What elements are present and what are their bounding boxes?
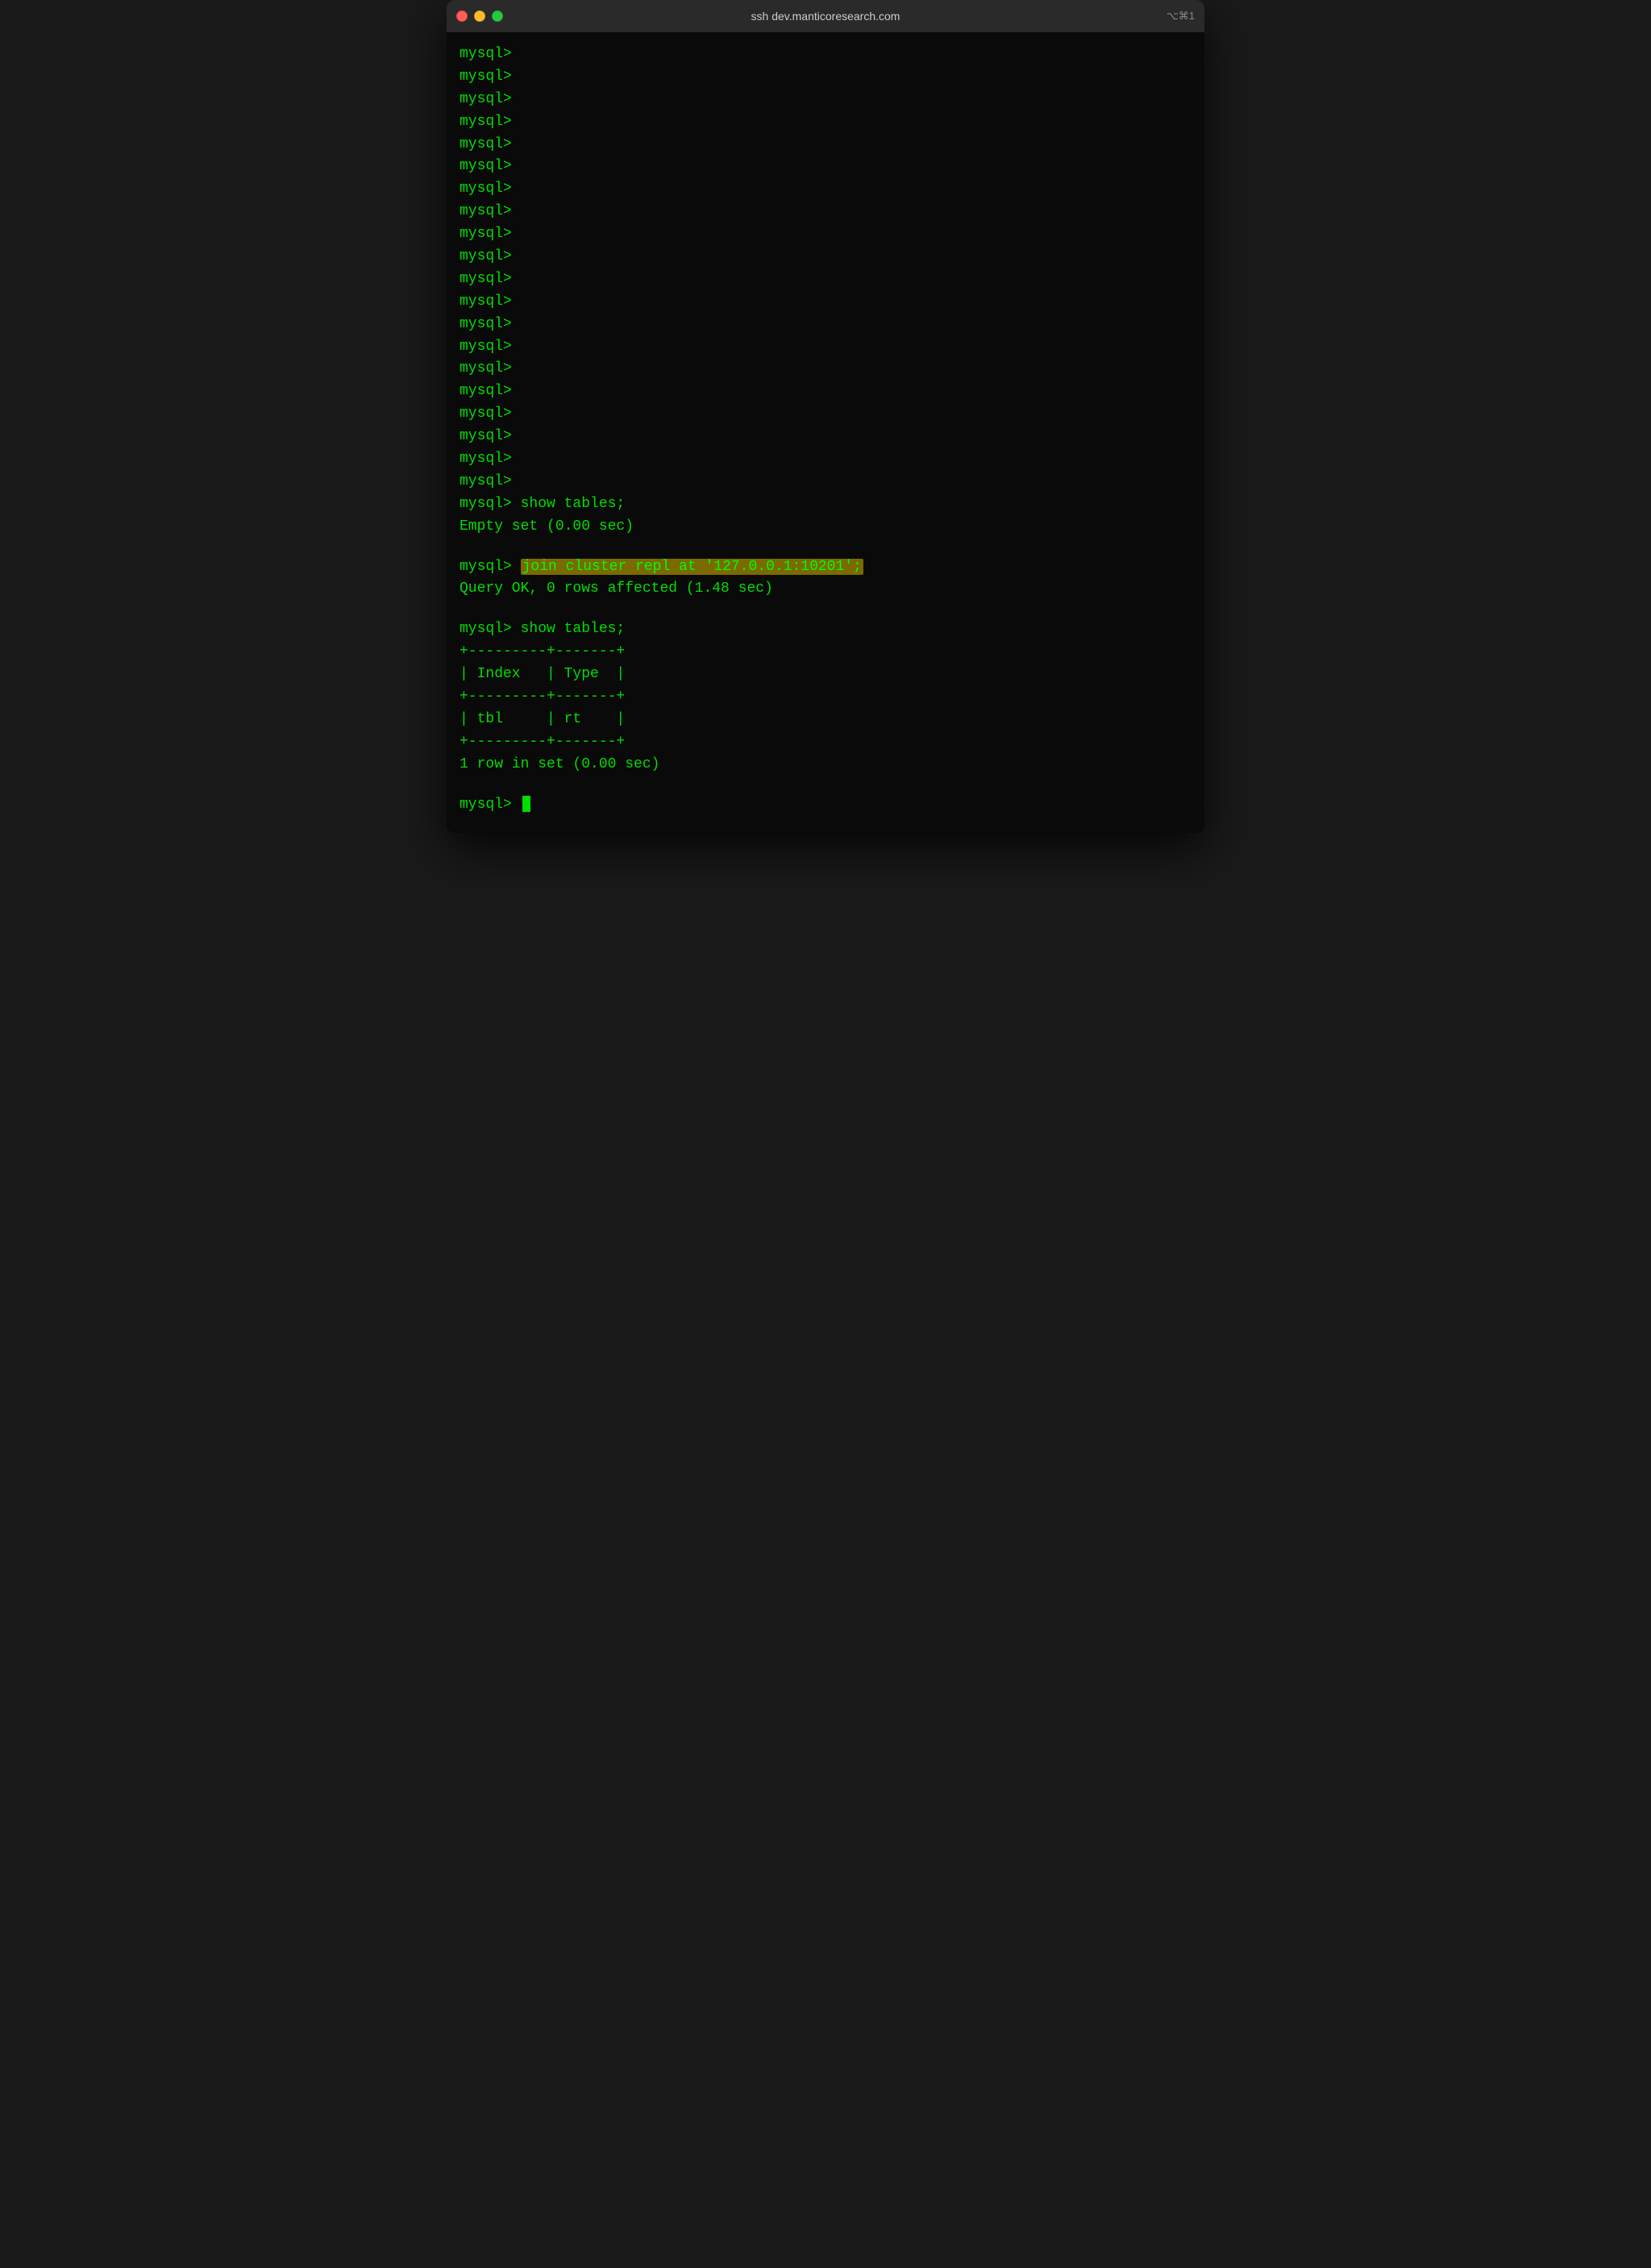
cursor [522, 796, 530, 812]
maximize-button[interactable] [492, 10, 503, 22]
terminal-line: mysql> [460, 336, 1191, 359]
terminal-line: mysql> [460, 66, 1191, 89]
minimize-button[interactable] [474, 10, 485, 22]
spacer [460, 539, 1191, 556]
join-cluster-command: mysql> join cluster repl at '127.0.0.1:1… [460, 556, 1191, 579]
terminal-line: mysql> [460, 223, 1191, 246]
traffic-lights [456, 10, 503, 22]
empty-set-output: Empty set (0.00 sec) [460, 516, 1191, 539]
query-ok-output: Query OK, 0 rows affected (1.48 sec) [460, 578, 1191, 601]
terminal-line: mysql> [460, 358, 1191, 381]
terminal-line: mysql> [460, 291, 1191, 314]
terminal-line: mysql> [460, 201, 1191, 223]
terminal-body[interactable]: mysql> mysql> mysql> mysql> mysql> mysql… [447, 32, 1204, 833]
keyboard-shortcut: ⌥⌘1 [1167, 10, 1195, 23]
close-button[interactable] [456, 10, 468, 22]
spacer [460, 601, 1191, 618]
terminal-line: mysql> [460, 471, 1191, 493]
terminal-line: mysql> [460, 134, 1191, 156]
terminal-line: mysql> [460, 426, 1191, 448]
terminal-line: mysql> [460, 448, 1191, 471]
terminal-line: mysql> [460, 246, 1191, 268]
terminal-line: mysql> [460, 268, 1191, 291]
terminal-line: mysql> [460, 381, 1191, 403]
terminal-line: mysql> [460, 111, 1191, 134]
table-header: | Index | Type | [460, 664, 1191, 686]
table-row: | tbl | rt | [460, 709, 1191, 731]
terminal-line: mysql> [460, 314, 1191, 336]
highlighted-command: join cluster repl at '127.0.0.1:10201'; [521, 559, 863, 575]
terminal-line: mysql> [460, 44, 1191, 66]
spacer [460, 776, 1191, 794]
table-border-top: +---------+-------+ [460, 641, 1191, 664]
table-border-mid: +---------+-------+ [460, 686, 1191, 709]
window-title: ssh dev.manticoresearch.com [751, 10, 900, 23]
table-border-bottom: +---------+-------+ [460, 731, 1191, 754]
row-count-output: 1 row in set (0.00 sec) [460, 754, 1191, 776]
terminal-line: mysql> [460, 178, 1191, 201]
terminal-line: mysql> [460, 156, 1191, 178]
terminal-line: mysql> [460, 403, 1191, 426]
terminal-window: ssh dev.manticoresearch.com ⌥⌘1 mysql> m… [447, 0, 1204, 833]
title-bar: ssh dev.manticoresearch.com ⌥⌘1 [447, 0, 1204, 32]
show-tables-command: mysql> show tables; [460, 493, 1191, 516]
active-prompt[interactable]: mysql> [460, 794, 1191, 817]
show-tables-command-2: mysql> show tables; [460, 618, 1191, 641]
terminal-line: mysql> [460, 89, 1191, 111]
